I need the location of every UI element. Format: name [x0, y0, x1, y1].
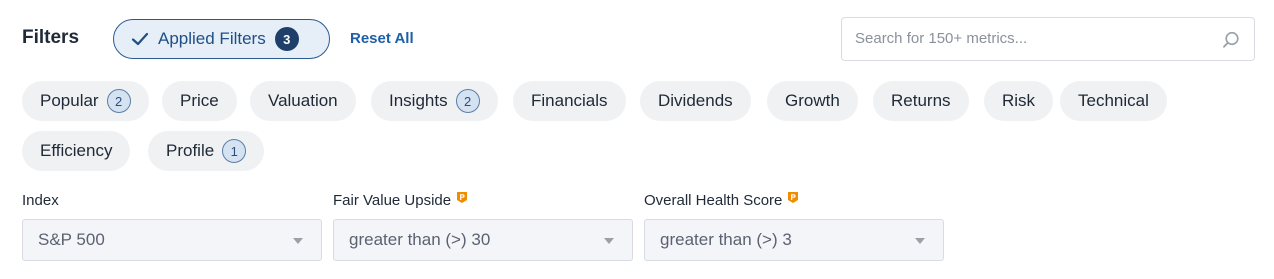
applied-filters-count: 3 [274, 27, 299, 51]
chip-label: Price [180, 91, 219, 110]
pro-badge-icon [457, 192, 468, 203]
chip-count-badge: 1 [222, 139, 247, 163]
chip-label: Efficiency [40, 141, 113, 160]
applied-filters-button[interactable]: Applied Filters 3 [113, 19, 330, 59]
category-chip-technical[interactable]: Technical [1060, 81, 1167, 121]
category-chip-valuation[interactable]: Valuation [250, 81, 356, 121]
chip-label: Financials [531, 91, 608, 110]
category-chip-insights[interactable]: Insights 2 [371, 81, 498, 121]
metrics-search-input[interactable] [855, 30, 1215, 47]
chip-count-badge: 2 [455, 89, 480, 113]
chip-label: Risk [1002, 91, 1036, 110]
chip-label: Technical [1078, 91, 1149, 110]
chip-label: Valuation [268, 91, 338, 110]
chip-label: Dividends [658, 91, 733, 110]
category-chip-risk[interactable]: Risk [984, 81, 1054, 121]
field-label-text: Fair Value Upside [333, 192, 452, 209]
category-chip-growth[interactable]: Growth [767, 81, 858, 121]
pro-badge-icon [788, 192, 799, 203]
overall-health-score-label: Overall Health Score [644, 192, 799, 209]
category-chip-popular[interactable]: Popular 2 [22, 81, 149, 121]
select-value: greater than (>) 30 [349, 230, 491, 249]
checkmark-icon [131, 32, 149, 46]
category-chip-returns[interactable]: Returns [873, 81, 969, 121]
applied-filters-label: Applied Filters [158, 29, 266, 48]
metrics-search-box [841, 17, 1255, 61]
field-label-text: Overall Health Score [644, 192, 783, 209]
select-value: S&P 500 [38, 230, 105, 249]
chip-label: Returns [891, 91, 951, 110]
select-value: greater than (>) 3 [660, 230, 792, 249]
reset-all-link[interactable]: Reset All [350, 30, 414, 47]
category-chip-efficiency[interactable]: Efficiency [22, 131, 131, 171]
chip-label: Popular [40, 91, 99, 110]
chip-count-badge: 2 [106, 89, 131, 113]
overall-health-score-select[interactable]: greater than (>) 3 [644, 219, 944, 261]
fair-value-upside-label: Fair Value Upside [333, 192, 468, 209]
chip-label: Profile [166, 141, 215, 160]
category-chip-dividends[interactable]: Dividends [640, 81, 751, 121]
chip-label: Growth [785, 91, 840, 110]
index-field-label: Index [22, 192, 59, 209]
category-chip-price[interactable]: Price [162, 81, 237, 121]
caret-down-icon [915, 238, 925, 244]
category-chip-financials[interactable]: Financials [513, 81, 626, 121]
field-label-text: Index [22, 192, 59, 209]
fair-value-upside-select[interactable]: greater than (>) 30 [333, 219, 633, 261]
caret-down-icon [293, 238, 303, 244]
caret-down-icon [604, 238, 614, 244]
index-select[interactable]: S&P 500 [22, 219, 322, 261]
search-icon[interactable] [1222, 31, 1240, 49]
chip-label: Insights [389, 91, 448, 110]
category-chip-profile[interactable]: Profile 1 [148, 131, 265, 171]
filters-title: Filters [22, 27, 80, 48]
